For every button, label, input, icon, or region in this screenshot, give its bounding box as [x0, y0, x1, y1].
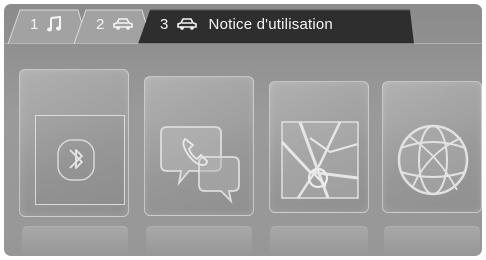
tab-audio[interactable]: 1 [30, 13, 61, 35]
phone-call-icon [160, 126, 240, 204]
web-services-app-tile[interactable] [382, 81, 482, 213]
tab-title: Notice d'utilisation [208, 15, 333, 33]
infotainment-screen: 1 2 3 Notice d'utilisation [4, 4, 482, 256]
music-note-icon [46, 16, 61, 32]
tab-owner-manual[interactable]: 3 Notice d'utilisation [160, 13, 333, 35]
car-icon [112, 17, 133, 31]
navigation-map-icon [280, 121, 359, 199]
tab-number: 2 [96, 15, 105, 33]
bluetooth-app-tile[interactable] [19, 69, 129, 217]
tile-reflection [384, 226, 480, 256]
tile-reflection [146, 226, 252, 256]
tab-number: 3 [160, 15, 169, 33]
tab-number: 1 [30, 15, 39, 33]
tile-reflection [270, 226, 368, 256]
tab-vehicle[interactable]: 2 [96, 13, 133, 35]
bluetooth-icon [57, 139, 95, 181]
tile-reflection [22, 226, 128, 256]
car-icon [176, 17, 197, 31]
phone-app-tile[interactable] [144, 76, 254, 216]
globe-icon [397, 124, 469, 196]
tab-bar: 1 2 3 Notice d'utilisation [4, 4, 482, 44]
navigation-app-tile[interactable] [269, 81, 369, 213]
